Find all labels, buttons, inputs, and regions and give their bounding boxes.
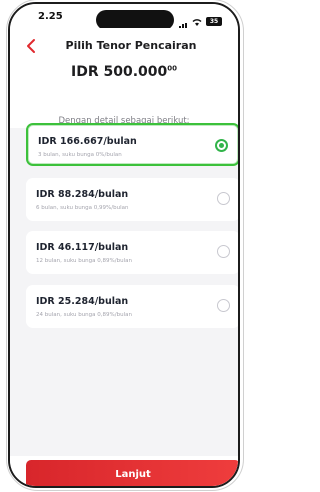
phone-screen: 2.25 35 Pilih Tenor Pencairan IDR 500.00… [8, 2, 240, 488]
tenor-option-detail: 12 bulan, suku bunga 0,89%/bulan [36, 258, 132, 264]
tenor-option-12[interactable]: IDR 46.117/bulan 12 bulan, suku bunga 0,… [26, 231, 238, 274]
tenor-option-6[interactable]: IDR 88.284/bulan 6 bulan, suku bunga 0,9… [26, 178, 238, 221]
radio-checked-icon[interactable] [215, 139, 228, 152]
loan-amount: IDR 500.00000 [10, 64, 238, 80]
radio-unchecked-icon[interactable] [217, 299, 230, 312]
tenor-option-detail: 24 bulan, suku bunga 0,89%/bulan [36, 312, 132, 318]
page-header: Pilih Tenor Pencairan IDR 500.00000 Deng… [10, 28, 238, 128]
wifi-icon [192, 18, 202, 26]
tenor-option-detail: 3 bulan, suku bunga 0%/bulan [38, 152, 122, 158]
loan-amount-value: IDR 500.000 [71, 64, 168, 80]
dynamic-island [96, 10, 174, 30]
tenor-option-24[interactable]: IDR 25.284/bulan 24 bulan, suku bunga 0,… [26, 285, 238, 328]
tenor-option-3[interactable]: IDR 166.667/bulan 3 bulan, suku bunga 0%… [26, 123, 238, 166]
page-title: Pilih Tenor Pencairan [65, 39, 197, 52]
tenor-option-amount: IDR 88.284/bulan [36, 189, 129, 200]
radio-unchecked-icon[interactable] [217, 192, 230, 205]
status-time: 2.25 [38, 11, 63, 22]
status-bar: 2.25 35 [10, 4, 238, 31]
loan-amount-cents: 00 [167, 64, 177, 73]
continue-button[interactable]: Lanjut [26, 460, 238, 486]
tenor-option-amount: IDR 46.117/bulan [36, 242, 129, 253]
tenor-option-detail: 6 bulan, suku bunga 0,99%/bulan [36, 205, 129, 211]
battery-icon: 35 [206, 17, 222, 26]
radio-unchecked-icon[interactable] [217, 245, 230, 258]
tenor-option-amount: IDR 25.284/bulan [36, 296, 129, 307]
tenor-option-amount: IDR 166.667/bulan [38, 136, 137, 147]
